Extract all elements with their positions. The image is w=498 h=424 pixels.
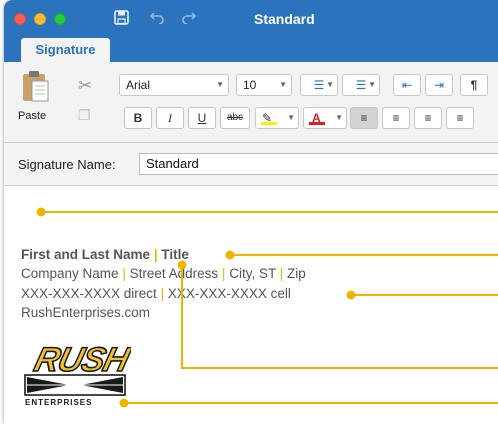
show-formatting-button[interactable]: ¶ (460, 74, 488, 96)
separator: | (153, 247, 158, 262)
font-name-select[interactable]: Arial ▼ (119, 74, 229, 96)
align-left-icon: ≡ (360, 111, 368, 125)
align-right-icon: ≡ (424, 111, 432, 125)
signature-name-label: Signature Name: (18, 157, 116, 172)
signature-direct-phone: XXX-XXX-XXXX direct (21, 286, 157, 301)
numbering-button[interactable]: ☰ ▼ (342, 74, 380, 96)
paste-icon[interactable] (22, 69, 50, 103)
bullets-button[interactable]: ☰ ▼ (300, 74, 338, 96)
separator: | (160, 286, 165, 301)
highlight-button[interactable]: ✎ ▼ (255, 107, 299, 129)
cut-icon[interactable]: ✂ (78, 76, 92, 96)
minimize-window-button[interactable] (34, 13, 46, 25)
separator: | (122, 266, 126, 281)
indent-icon: ⇥ (433, 78, 445, 92)
font-color-button[interactable]: A ▼ (303, 107, 347, 129)
copy-icon[interactable]: ❐ (78, 107, 91, 124)
font-color-swatch (309, 122, 325, 125)
increase-indent-button[interactable]: ⇥ (425, 74, 453, 96)
font-name-value: Arial (126, 78, 151, 92)
title-bar: Standard (4, 0, 498, 38)
italic-button[interactable]: I (156, 107, 184, 129)
signature-zip: Zip (287, 266, 306, 281)
decrease-indent-button[interactable]: ⇤ (393, 74, 421, 96)
rush-enterprises-logo: RUSH ENTERPRISES (24, 341, 131, 407)
bullet-list-icon: ☰ (313, 78, 325, 92)
zoom-window-button[interactable] (54, 13, 66, 25)
paste-label[interactable]: Paste (18, 110, 46, 122)
numbered-list-icon: ☰ (355, 78, 367, 92)
signature-body[interactable]: First and Last Name | Title Company Name… (4, 186, 498, 424)
chevron-down-icon: ▼ (326, 80, 334, 89)
justify-icon: ≡ (456, 111, 464, 125)
highlight-color-swatch (261, 122, 277, 125)
signature-company: Company Name (21, 266, 119, 281)
undo-icon[interactable] (149, 10, 165, 29)
signature-street: Street Address (129, 266, 219, 281)
chevron-down-icon: ▼ (279, 80, 287, 89)
signature-line-phones: XXX-XXX-XXXX direct | XXX-XXX-XXXX cell (21, 286, 291, 301)
redo-icon[interactable] (181, 10, 197, 29)
tab-signature[interactable]: Signature (21, 38, 110, 62)
ribbon-tab-row: Signature (4, 38, 498, 62)
chevron-down-icon: ▼ (287, 113, 295, 122)
font-size-select[interactable]: 10 ▼ (236, 74, 292, 96)
signature-editor-window: Standard Signature Paste ✂ ❐ Arial ▼ 10 … (4, 0, 498, 424)
signature-website: RushEnterprises.com (21, 305, 151, 320)
separator: | (221, 266, 226, 281)
ribbon: Paste ✂ ❐ Arial ▼ 10 ▼ ☰ ▼ ☰ ▼ ⇤ ⇥ ¶ B I… (4, 62, 498, 143)
close-window-button[interactable] (14, 13, 26, 25)
chevron-down-icon: ▼ (216, 80, 224, 89)
signature-full-name: First and Last Name (21, 247, 151, 262)
underline-button[interactable]: U (188, 107, 216, 129)
signature-city: City, ST (229, 266, 276, 281)
window-title: Standard (254, 11, 315, 27)
save-icon[interactable] (114, 10, 129, 30)
align-right-button[interactable]: ≡ (414, 107, 442, 129)
chevron-down-icon: ▼ (368, 80, 376, 89)
signature-cell-phone: XXX-XXX-XXXX cell (167, 286, 291, 301)
signature-line-address: Company Name | Street Address | City, ST… (21, 266, 306, 281)
logo-sub-text: ENTERPRISES (25, 398, 92, 407)
outdent-icon: ⇤ (401, 78, 413, 92)
bold-button[interactable]: B (124, 107, 152, 129)
justify-button[interactable]: ≡ (446, 107, 474, 129)
align-center-button[interactable]: ≡ (382, 107, 410, 129)
logo-main-text: RUSH (31, 341, 131, 378)
signature-title: Title (161, 247, 189, 262)
align-center-icon: ≡ (392, 111, 400, 125)
font-size-value: 10 (243, 78, 257, 92)
chevron-down-icon: ▼ (335, 113, 343, 122)
strikethrough-button[interactable]: abc (220, 107, 250, 129)
separator: | (279, 266, 284, 281)
signature-name-input[interactable]: Standard (139, 153, 498, 175)
signature-line-name: First and Last Name | Title (21, 247, 189, 262)
align-left-button[interactable]: ≡ (350, 107, 378, 129)
signature-name-row: Signature Name: Standard (4, 143, 498, 186)
